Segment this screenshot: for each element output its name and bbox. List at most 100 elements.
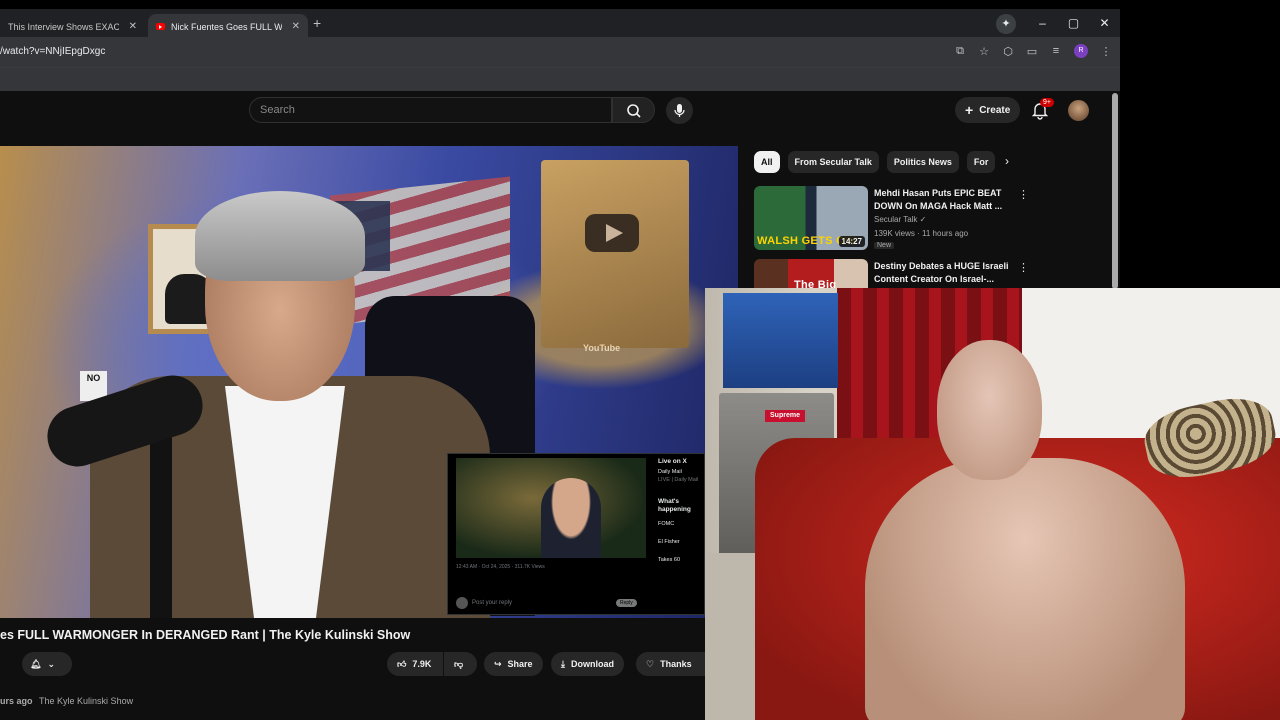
beer-cases (723, 293, 838, 388)
reply-avatar (456, 597, 468, 609)
verified-icon: ✓ (919, 215, 927, 224)
menu-kebab-icon[interactable]: ⋮ (1100, 45, 1112, 58)
x-reply-field: Post your reply (456, 597, 512, 609)
create-button[interactable]: + Create (955, 97, 1021, 123)
close-window-icon[interactable]: ✕ (1089, 16, 1120, 30)
thanks-label: Thanks (660, 659, 692, 669)
bookmark-star-icon[interactable]: ☆ (978, 45, 990, 58)
address-bar[interactable]: /watch?v=NNjIEpgDxgc (0, 46, 105, 57)
voice-search-button[interactable] (666, 97, 693, 124)
dislike-button[interactable]: 👎︎ (444, 652, 477, 676)
x-whats-happening: What's happening (658, 498, 691, 513)
chevron-down-icon: ⌄ (47, 658, 55, 669)
filter-chips: All From Secular Talk Politics News For (754, 151, 996, 173)
x-live-source: Daily Mail (658, 469, 682, 475)
extensions-icon[interactable]: ⬡ (1002, 45, 1014, 58)
x-post-meta: 12:43 AM · Oct 24, 2025 · 311.7K Views (456, 564, 545, 570)
more-options-icon[interactable]: ⋮ (1018, 188, 1029, 201)
video-title: es FULL WARMONGER In DERANGED Rant | The… (0, 628, 411, 642)
share-label: Share (507, 659, 533, 669)
gold-play-button-plaque: YouTube (541, 160, 689, 353)
recommendation-thumbnail[interactable]: WALSH GETS OW 14:27 (754, 186, 868, 250)
thumbs-down-icon: 👎︎ (454, 658, 464, 669)
streamer-head (937, 340, 1042, 480)
subscribe-notification-button[interactable]: 🔔︎ ⌄ (22, 652, 72, 676)
chip-from-secular-talk[interactable]: From Secular Talk (787, 151, 879, 173)
recommendation-stats: 139K views · 11 hours ago (874, 229, 969, 238)
streamer-torso (865, 458, 1185, 720)
tab-title: This Interview Shows EXACTLY (8, 21, 119, 32)
search-input[interactable]: Search (249, 97, 612, 123)
like-button[interactable]: 👍︎ 7.9K (387, 652, 443, 676)
search-icon (627, 104, 641, 118)
webcam-overlay: Supreme (705, 288, 1280, 720)
share-icon: ↪ (494, 658, 502, 669)
plaque-label: YouTube (583, 343, 621, 353)
like-count: 7.9K (412, 659, 432, 669)
thanks-icon: ♡ (646, 658, 655, 669)
chip-all[interactable]: All (754, 151, 780, 173)
page-scrollbar[interactable] (1112, 93, 1118, 289)
download-button[interactable]: ⤓ Download (551, 652, 624, 676)
upload-time: urs ago (0, 696, 33, 706)
maximize-icon[interactable]: ▢ (1058, 16, 1089, 30)
new-tab-icon[interactable]: + (313, 15, 321, 31)
channel-tag[interactable]: The Kyle Kulinski Show (39, 696, 133, 706)
x-sidebar: Live on X Daily Mail LIVE | Daily Mail W… (658, 458, 704, 564)
bookmarks-bar (0, 67, 1120, 91)
minimize-icon[interactable]: – (1027, 16, 1058, 30)
x-live-item: LIVE | Daily Mail (658, 477, 699, 483)
mic-icon (674, 104, 685, 117)
create-label: Create (979, 104, 1011, 116)
install-app-icon[interactable]: ⧉ (954, 45, 966, 58)
search-button[interactable] (612, 97, 655, 123)
youtube-favicon-icon (156, 23, 165, 30)
x-trend: Takes 60 (658, 557, 681, 563)
chevron-right-icon[interactable]: › (1005, 154, 1009, 168)
media-controls-icon[interactable]: ≡ (1050, 45, 1062, 57)
new-badge: New (874, 242, 895, 249)
x-live-heading: Live on X (658, 458, 687, 465)
profile-avatar[interactable]: R (1074, 44, 1088, 58)
more-options-icon[interactable]: ⋮ (1018, 261, 1029, 274)
toolbar-icons: ⧉ ☆ ⬡ ▭ ≡ R ⋮ (954, 44, 1112, 58)
channel-name: Secular Talk (874, 215, 918, 224)
supreme-sticker: Supreme (765, 410, 805, 422)
x-reply-button: Reply (616, 599, 637, 607)
plus-icon: + (965, 102, 974, 118)
host-hair (195, 191, 365, 281)
recommendation-title[interactable]: Mehdi Hasan Puts EPIC BEAT DOWN On MAGA … (874, 187, 1009, 213)
notification-count-badge: 9+ (1040, 98, 1054, 107)
side-panel-icon[interactable]: ▭ (1026, 45, 1038, 58)
chip-for[interactable]: For (966, 151, 996, 173)
close-icon[interactable]: ✕ (292, 21, 300, 32)
browser-toolbar: /watch?v=NNjIEpgDxgc ⧉ ☆ ⬡ ▭ ≡ R ⋮ (0, 37, 1120, 67)
thanks-button[interactable]: ♡ Thanks (636, 652, 705, 676)
chip-politics-news[interactable]: Politics News (886, 151, 959, 173)
x-trend: El Fisher (658, 539, 680, 545)
video-actions: 🔔︎ ⌄ 👍︎ 7.9K 👎︎ ↪ Share ⤓ Download ♡ Thanks (0, 652, 705, 678)
tab-nick-fuentes[interactable]: Nick Fuentes Goes FULL WARM ✕ (148, 14, 308, 39)
recommendation-channel: Secular Talk ✓ (874, 215, 926, 224)
x-post-speaker (541, 478, 601, 558)
close-icon[interactable]: ✕ (129, 21, 137, 32)
user-avatar[interactable] (1068, 100, 1089, 121)
bell-icon: 🔔︎ (30, 658, 42, 669)
mic-arm (150, 426, 172, 618)
reply-placeholder: Post your reply (472, 600, 513, 606)
x-trend: FOMC (658, 521, 675, 527)
duration-badge: 14:27 (838, 236, 865, 247)
x-post-video (456, 458, 646, 558)
gemini-sparkle-icon[interactable]: ✦ (996, 14, 1016, 34)
window-controls: – ▢ ✕ (1027, 15, 1120, 31)
download-icon: ⤓ (561, 658, 565, 669)
tab-title: Nick Fuentes Goes FULL WARM (171, 21, 282, 32)
share-button[interactable]: ↪ Share (484, 652, 543, 676)
thumbs-up-icon: 👍︎ (397, 658, 407, 669)
video-meta: urs ago The Kyle Kulinski Show (0, 696, 133, 706)
tab-interview[interactable]: This Interview Shows EXACTLY ✕ (0, 14, 145, 39)
youtube-play-logo-icon (585, 214, 639, 252)
recommendation-title[interactable]: Destiny Debates a HUGE Israeli Content C… (874, 260, 1009, 286)
download-label: Download (570, 659, 614, 669)
recommendation-item[interactable]: WALSH GETS OW 14:27 Mehdi Hasan Puts EPI… (754, 186, 1034, 250)
